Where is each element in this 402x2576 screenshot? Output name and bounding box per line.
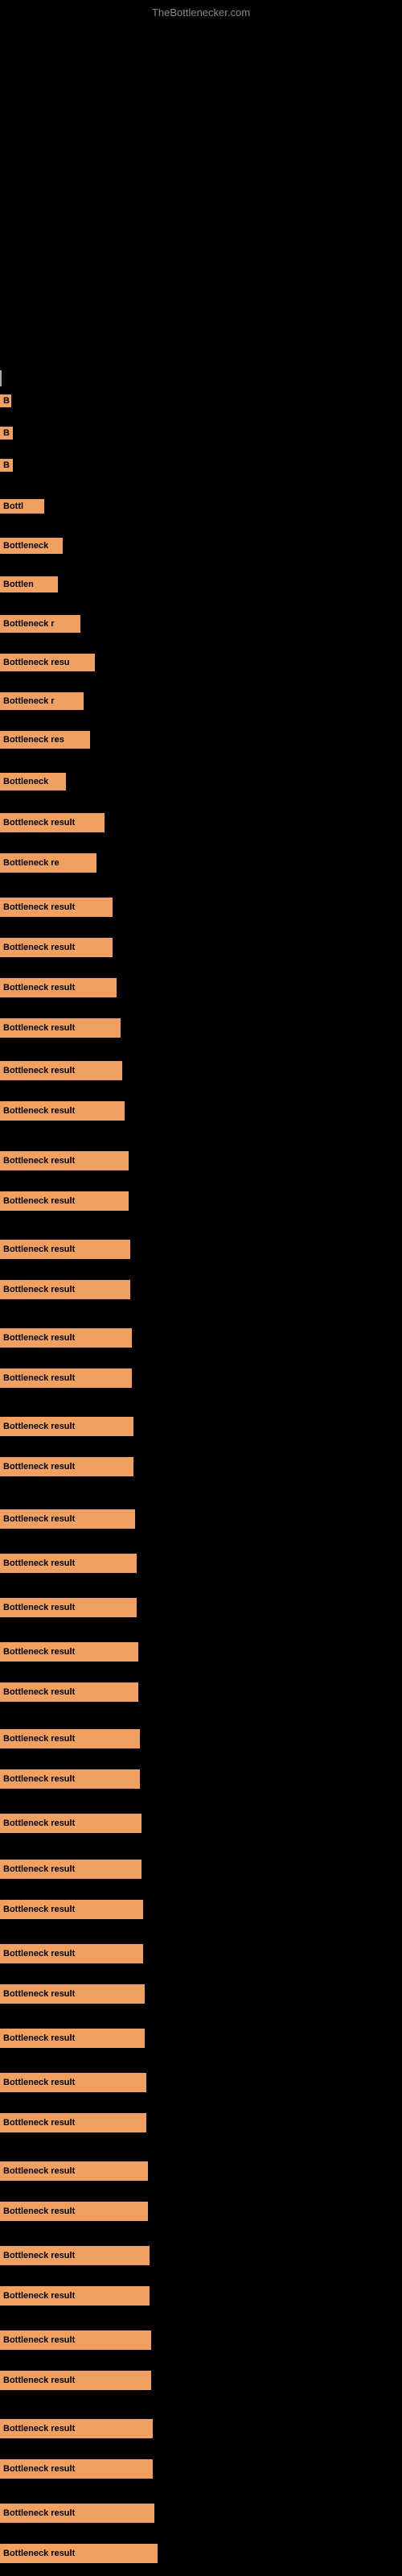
bottleneck-result-bar[interactable]: Bottleneck result [0, 1417, 133, 1436]
bottleneck-result-bar[interactable]: Bottleneck result [0, 1101, 125, 1121]
bottleneck-result-bar[interactable]: Bottleneck result [0, 1554, 137, 1573]
bottleneck-result-bar[interactable]: Bottleneck result [0, 1457, 133, 1476]
bottleneck-result-bar[interactable]: Bottl [0, 499, 44, 514]
cursor-indicator [0, 370, 2, 386]
bottleneck-result-bar[interactable]: Bottleneck result [0, 2113, 146, 2132]
bottleneck-result-bar[interactable]: Bottleneck result [0, 898, 113, 917]
bottleneck-result-bar[interactable]: Bottleneck result [0, 2330, 151, 2350]
bottleneck-result-bar[interactable]: Bottleneck result [0, 1240, 130, 1259]
bottleneck-result-bar[interactable]: Bottleneck result [0, 1860, 142, 1879]
bottleneck-result-bar[interactable]: Bottleneck result [0, 1598, 137, 1617]
bottleneck-result-bar[interactable]: Bottleneck result [0, 2202, 148, 2221]
bottleneck-result-bar[interactable]: Bottleneck result [0, 2544, 158, 2563]
bottleneck-result-bar[interactable]: Bottleneck result [0, 1769, 140, 1789]
bottleneck-result-bar[interactable]: B [0, 427, 13, 440]
site-title: TheBottlenecker.com [152, 6, 250, 19]
bottleneck-result-bar[interactable]: Bottleneck result [0, 2246, 150, 2265]
bottleneck-result-bar[interactable]: Bottleneck result [0, 1729, 140, 1748]
bottleneck-result-bar[interactable]: Bottleneck result [0, 1509, 135, 1529]
bottleneck-result-bar[interactable]: Bottleneck result [0, 978, 117, 997]
bottleneck-result-bar[interactable]: Bottleneck result [0, 1328, 132, 1348]
bottleneck-result-bar[interactable]: Bottleneck result [0, 2419, 153, 2438]
bottleneck-result-bar[interactable]: Bottleneck result [0, 1900, 143, 1919]
bottleneck-result-bar[interactable]: Bottleneck result [0, 1280, 130, 1299]
bottleneck-result-bar[interactable]: Bottleneck result [0, 2459, 153, 2479]
bottleneck-result-bar[interactable]: Bottleneck res [0, 731, 90, 749]
bottleneck-result-bar[interactable]: Bottleneck result [0, 1151, 129, 1170]
bottleneck-result-bar[interactable]: Bottleneck result [0, 1642, 138, 1662]
bottleneck-result-bar[interactable]: Bottleneck result [0, 1061, 122, 1080]
bottleneck-result-bar[interactable]: Bottlen [0, 576, 58, 592]
bottleneck-result-bar[interactable]: Bottleneck result [0, 1682, 138, 1702]
bottleneck-result-bar[interactable]: Bottleneck resu [0, 654, 95, 671]
bottleneck-result-bar[interactable]: Bottleneck result [0, 2504, 154, 2523]
bottleneck-result-bar[interactable]: B [0, 394, 11, 407]
bottleneck-result-bar[interactable]: Bottleneck r [0, 615, 80, 633]
bottleneck-result-bar[interactable]: Bottleneck result [0, 2286, 150, 2306]
bottleneck-result-bar[interactable]: Bottleneck result [0, 2073, 146, 2092]
bottleneck-result-bar[interactable]: Bottleneck result [0, 2371, 151, 2390]
bottleneck-result-bar[interactable]: Bottleneck [0, 773, 66, 791]
bottleneck-result-bar[interactable]: Bottleneck result [0, 1814, 142, 1833]
bottleneck-result-bar[interactable]: Bottleneck [0, 538, 63, 554]
bottleneck-result-bar[interactable]: Bottleneck result [0, 2161, 148, 2181]
bottleneck-result-bar[interactable]: Bottleneck result [0, 938, 113, 957]
bottleneck-result-bar[interactable]: Bottleneck result [0, 813, 105, 832]
bottleneck-result-bar[interactable]: Bottleneck result [0, 1191, 129, 1211]
bottleneck-result-bar[interactable]: Bottleneck result [0, 2029, 145, 2048]
bottleneck-result-bar[interactable]: Bottleneck r [0, 692, 84, 710]
bottleneck-result-bar[interactable]: Bottleneck result [0, 1984, 145, 2004]
bottleneck-result-bar[interactable]: Bottleneck re [0, 853, 96, 873]
bottleneck-result-bar[interactable]: B [0, 459, 13, 472]
bottleneck-result-bar[interactable]: Bottleneck result [0, 1944, 143, 1963]
bottleneck-result-bar[interactable]: Bottleneck result [0, 1368, 132, 1388]
bottleneck-result-bar[interactable]: Bottleneck result [0, 1018, 121, 1038]
